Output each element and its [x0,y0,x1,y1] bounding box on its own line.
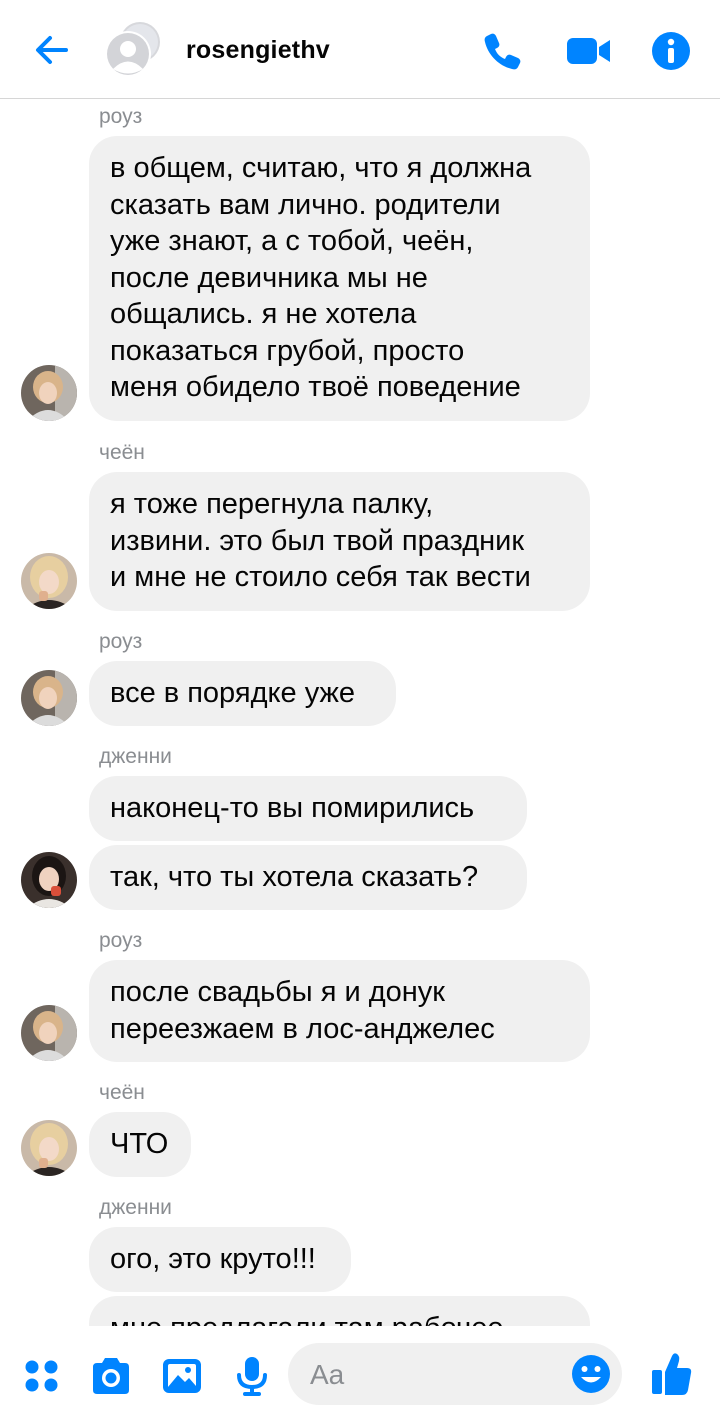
smiley-icon [572,1355,610,1393]
message-bubble[interactable]: после свадьбы я и донук переезжаем в лос… [89,960,590,1062]
group-avatar-icon [105,22,160,77]
sender-name: роуз [99,929,143,952]
message-composer[interactable] [288,1343,622,1405]
message-input[interactable] [308,1355,552,1395]
sender-name: чеён [99,441,145,464]
sender-name: роуз [99,105,143,128]
more-actions-button[interactable] [20,1354,64,1398]
message-bubble[interactable]: все в порядке уже [89,661,396,726]
composer-toolbar [0,1326,720,1424]
avatar-chaeyoung[interactable] [21,553,77,609]
message-bubble[interactable]: ЧТО [89,1112,191,1177]
message-bubble[interactable]: в общем, считаю, что я должна сказать ва… [89,136,590,421]
message-bubble[interactable]: наконец-то вы помирились [89,776,527,841]
like-button[interactable] [650,1350,694,1395]
thumbs-up-icon [652,1353,692,1395]
avatar-rose-photo [21,1005,77,1061]
avatar-jennie[interactable] [21,852,77,908]
message-bubble[interactable]: я тоже перегнула палку, извини. это был … [89,472,590,611]
camera-icon [93,1358,129,1394]
video-call-button[interactable] [566,30,610,72]
emoji-button[interactable] [570,1353,612,1395]
microphone-icon [237,1357,267,1396]
message-bubble[interactable]: так, что ты хотела сказать? [89,845,527,910]
voice-message-button[interactable] [230,1354,274,1398]
avatar-rose[interactable] [21,1005,77,1061]
phone-icon [484,33,521,70]
arrow-left-icon [36,36,68,64]
chat-header: rosengiethv [0,0,720,99]
avatar-jennie-photo [21,852,77,908]
info-icon [652,32,690,70]
avatar-chaeyoung[interactable] [21,1120,77,1176]
audio-call-button[interactable] [482,30,524,72]
four-dots-icon [25,1360,58,1392]
conversation-title[interactable]: rosengiethv [186,36,330,65]
camera-button[interactable] [89,1354,133,1398]
video-camera-icon [567,38,610,64]
avatar-chaeyoung-photo [21,553,77,609]
sender-name: дженни [99,745,172,768]
back-button[interactable] [30,28,74,72]
sender-name: роуз [99,630,143,653]
group-avatar[interactable] [102,20,162,80]
avatar-rose-photo [21,670,77,726]
avatar-rose-photo [21,365,77,421]
sender-name: чеён [99,1081,145,1104]
avatar-rose[interactable] [21,365,77,421]
message-list[interactable]: роуз в общем, считаю, что я должна сказа… [0,100,720,1326]
image-icon [163,1359,201,1393]
avatar-chaeyoung-photo [21,1120,77,1176]
avatar-rose[interactable] [21,670,77,726]
message-bubble[interactable]: мне предлагали там рабочее [89,1296,590,1326]
message-bubble[interactable]: ого, это круто!!! [89,1227,351,1292]
sender-name: дженни [99,1196,172,1219]
info-button[interactable] [650,30,692,72]
gallery-button[interactable] [160,1354,204,1398]
